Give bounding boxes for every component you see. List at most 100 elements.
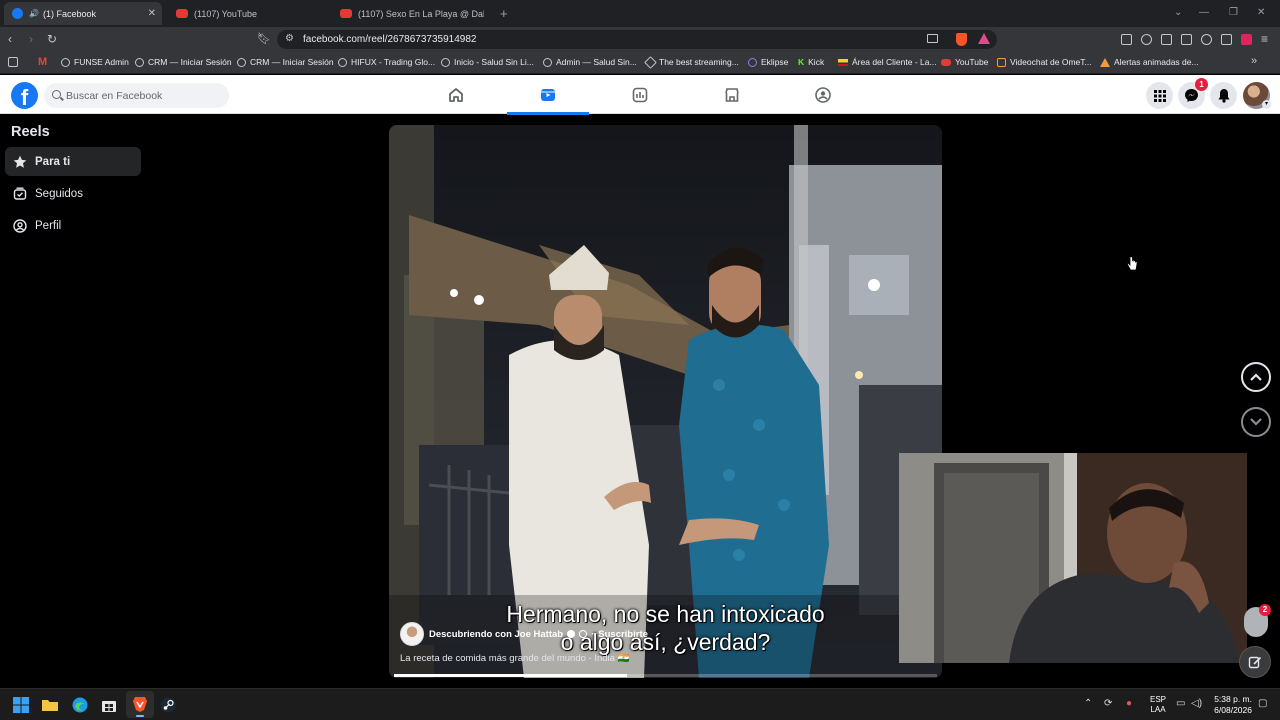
profile-extension-icon[interactable] xyxy=(1241,34,1252,45)
steam-icon[interactable] xyxy=(160,697,176,713)
restore-icon[interactable]: ❐ xyxy=(1229,7,1238,18)
sidebar-icon[interactable] xyxy=(1161,34,1172,45)
search-input[interactable] xyxy=(66,83,226,108)
facebook-logo-icon[interactable]: f xyxy=(11,82,38,109)
bookmark-item[interactable]: FUNSE Admin xyxy=(61,57,129,67)
vpn-icon[interactable] xyxy=(1221,34,1232,45)
nav-reels[interactable] xyxy=(507,75,589,115)
wallet-icon[interactable] xyxy=(1181,34,1192,45)
network-icon[interactable]: ▭ xyxy=(1176,699,1185,709)
groups-icon xyxy=(815,86,831,103)
edge-icon[interactable] xyxy=(72,697,88,713)
url-field[interactable]: ⚙︎ facebook.com/reel/2678673735914982 xyxy=(277,30,997,49)
ometv-icon xyxy=(997,57,1006,67)
reel-caption[interactable]: La receta de comida más grande del mundo… xyxy=(400,653,629,664)
sidebar-item-para-ti[interactable]: Para ti xyxy=(5,147,141,176)
tab-search-icon[interactable]: ⌄ xyxy=(1174,7,1182,18)
menu-button[interactable] xyxy=(1146,82,1173,109)
file-explorer-icon[interactable] xyxy=(42,697,58,713)
facebook-header: f xyxy=(0,75,1280,115)
bookmark-item[interactable]: Inicio - Salud Sin Li... xyxy=(441,57,534,67)
tab-youtube-video[interactable]: (1107) Sexo En La Playa @ Dalmata xyxy=(332,2,492,25)
reload-icon[interactable]: ↻ xyxy=(47,33,57,45)
nav-home[interactable] xyxy=(415,75,497,114)
microphone-icon[interactable]: ● xyxy=(1126,699,1132,709)
site-info-icon[interactable]: ⚙︎ xyxy=(285,33,294,44)
bookmark-item[interactable]: Alertas animadas de... xyxy=(1100,57,1199,67)
forward-icon[interactable]: › xyxy=(29,33,33,45)
bookmark-item[interactable]: CRM — Iniciar Sesión xyxy=(135,57,232,67)
bookmark-item[interactable]: Eklipse xyxy=(748,57,788,67)
apps-icon[interactable] xyxy=(8,57,18,67)
bookmark-item[interactable]: YouTube xyxy=(941,57,988,67)
menu-icon[interactable]: ≡ xyxy=(1261,33,1268,45)
tab-youtube[interactable]: (1107) YouTube xyxy=(168,2,328,25)
leo-icon[interactable] xyxy=(1201,34,1212,45)
volume-icon[interactable]: ◁) xyxy=(1191,699,1202,709)
chevron-down-icon[interactable]: ▾ xyxy=(1262,100,1271,109)
back-icon[interactable]: ‹ xyxy=(8,33,12,45)
bookmark-item[interactable]: CRM — Iniciar Sesión xyxy=(237,57,334,67)
cast-icon[interactable] xyxy=(927,34,938,43)
more-bookmarks-icon[interactable]: » xyxy=(1251,55,1257,67)
search-box[interactable] xyxy=(44,83,229,108)
nav-marketplace[interactable] xyxy=(691,75,773,114)
lang-line: ESP xyxy=(1150,695,1167,704)
bookmark-item[interactable]: Videochat de OmeT... xyxy=(997,57,1092,67)
youtube-icon xyxy=(340,9,352,18)
page-title: Reels xyxy=(11,124,50,140)
home-icon xyxy=(449,87,463,102)
new-message-button[interactable] xyxy=(1239,646,1271,678)
show-hidden-icons-icon[interactable]: ⌃ xyxy=(1084,699,1092,709)
notification-center-icon[interactable]: ▢ xyxy=(1258,699,1267,709)
extensions-icon[interactable] xyxy=(1121,34,1132,45)
close-window-icon[interactable]: ✕ xyxy=(1257,7,1265,18)
progress-bar[interactable] xyxy=(394,674,937,677)
url-text: facebook.com/reel/2678673735914982 xyxy=(303,34,477,45)
bookmark-icon[interactable]: 🔖︎ xyxy=(257,33,271,45)
speaker-icon: 🔊 xyxy=(29,9,39,18)
profile-icon xyxy=(13,218,27,233)
time: 5:38 p. m. xyxy=(1214,694,1252,704)
bookmark-item[interactable]: HIFUX - Trading Glo... xyxy=(338,57,435,67)
sidebar-item-label: Perfil xyxy=(35,219,62,232)
sync-icon[interactable]: ⟳ xyxy=(1104,699,1112,709)
close-tab-icon[interactable]: ✕ xyxy=(148,8,156,19)
gmail-icon[interactable]: M xyxy=(38,56,47,68)
sidebar-item-perfil[interactable]: Perfil xyxy=(5,211,141,240)
chat-badge: 2 xyxy=(1259,604,1271,616)
messenger-icon xyxy=(1185,89,1198,102)
channel-avatar[interactable] xyxy=(400,622,424,646)
windows-start-icon[interactable] xyxy=(13,697,29,713)
bookmark-item[interactable]: The best streaming... xyxy=(644,55,739,69)
minimize-icon[interactable]: — xyxy=(1199,7,1209,18)
grid-menu-icon xyxy=(1153,89,1166,102)
sidebar-item-seguidos[interactable]: Seguidos xyxy=(5,179,141,208)
nav-groups[interactable] xyxy=(782,75,864,114)
tab-title: (1107) Sexo En La Playa @ Dalmata xyxy=(358,8,484,19)
media-icon[interactable] xyxy=(1141,34,1152,45)
clock[interactable]: 5:38 p. m. 6/08/2026 xyxy=(1208,694,1252,716)
tab-facebook[interactable]: 🔊 (1) Facebook ✕ xyxy=(4,2,162,25)
notifications-button[interactable] xyxy=(1210,82,1237,109)
subscribe-button[interactable]: Suscribirte xyxy=(598,629,648,640)
chevron-down-icon xyxy=(1250,418,1262,426)
taskbar-active-app[interactable] xyxy=(126,691,154,718)
bookmark-item[interactable]: K Kick xyxy=(798,57,824,67)
store-icon[interactable] xyxy=(101,697,117,713)
new-tab-button[interactable]: + xyxy=(500,6,508,21)
bookmark-item[interactable]: Área del Cliente - La... xyxy=(838,57,937,67)
language-indicator[interactable]: ESP LAA xyxy=(1150,695,1166,715)
sidebar-item-label: Seguidos xyxy=(35,187,83,200)
reel-video[interactable]: Hermano, no se han intoxicado o algo así… xyxy=(389,125,942,678)
channel-name[interactable]: Descubriendo con Joe Hattab xyxy=(429,629,563,640)
tab-title: (1107) YouTube xyxy=(194,8,258,19)
bookmark-item[interactable]: Admin — Salud Sin... xyxy=(543,57,637,67)
next-reel-button[interactable] xyxy=(1241,407,1271,437)
previous-reel-button[interactable] xyxy=(1241,362,1271,392)
bookmarks-bar: M FUNSE Admin CRM — Iniciar Sesión CRM —… xyxy=(0,52,1280,74)
bell-icon xyxy=(1218,89,1229,103)
brave-shields-icon[interactable] xyxy=(956,33,967,46)
nav-watch[interactable] xyxy=(599,75,681,114)
brave-rewards-icon[interactable] xyxy=(978,33,990,44)
